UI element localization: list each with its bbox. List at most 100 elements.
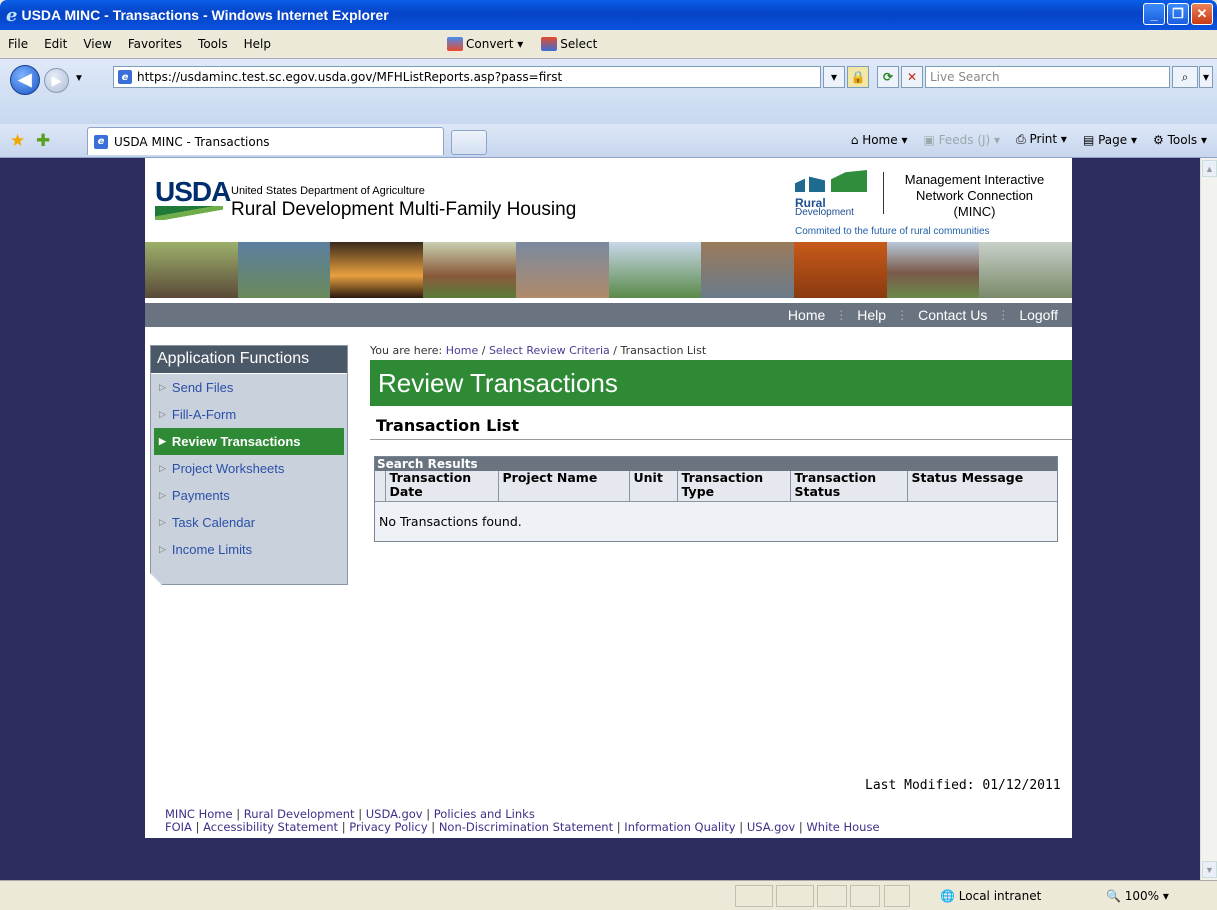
- usda-swoosh-icon: [155, 206, 223, 220]
- status-cell: [776, 885, 814, 907]
- search-options-button[interactable]: ▾: [1199, 66, 1213, 88]
- forward-button[interactable]: ▶: [44, 68, 69, 93]
- close-button[interactable]: ✕: [1191, 3, 1213, 25]
- footer-link-minc-home[interactable]: MINC Home: [165, 807, 233, 821]
- refresh-button[interactable]: ⟳: [877, 66, 899, 88]
- footer: MINC Home | Rural Development | USDA.gov…: [165, 808, 880, 834]
- menu-tools[interactable]: Tools: [198, 37, 228, 51]
- minimize-button[interactable]: _: [1143, 3, 1165, 25]
- empty-message: No Transactions found.: [375, 501, 1057, 541]
- footer-link-privacy[interactable]: Privacy Policy: [349, 820, 427, 834]
- minc-line2: Network Connection: [915, 188, 1034, 203]
- back-button[interactable]: ◀: [10, 65, 40, 95]
- nav-help[interactable]: Help: [857, 307, 886, 323]
- minc-line3: (MINC): [953, 204, 996, 219]
- scroll-down-button[interactable]: ▼: [1202, 861, 1217, 878]
- breadcrumb: You are here: Home / Select Review Crite…: [370, 344, 707, 357]
- tagline: Commited to the future of rural communit…: [795, 226, 990, 237]
- favorites-star-icon[interactable]: ★: [10, 131, 25, 151]
- banner-photo: [145, 242, 238, 298]
- print-button[interactable]: ⎙ Print ▾: [1016, 132, 1067, 147]
- menu-file[interactable]: File: [8, 37, 28, 51]
- site-header: USDA United States Department of Agricul…: [145, 158, 1072, 242]
- banner-photo: [330, 242, 424, 298]
- home-button[interactable]: ⌂ Home ▾: [851, 133, 908, 147]
- add-favorites-icon[interactable]: ✚: [36, 131, 50, 151]
- results-title: Search Results: [375, 457, 1057, 471]
- column-header: Transaction Status: [790, 471, 908, 502]
- nav-separator: ⋮: [997, 308, 1010, 322]
- triangle-right-icon: ▷: [159, 382, 166, 392]
- footer-link-foia[interactable]: FOIA: [165, 820, 192, 834]
- column-header: Project Name: [498, 471, 630, 502]
- banner-photo: [793, 242, 887, 298]
- menu-help[interactable]: Help: [244, 37, 271, 51]
- sidebar-item-project-worksheets[interactable]: ▷ Project Worksheets: [151, 455, 347, 482]
- nav-home[interactable]: Home: [788, 307, 825, 323]
- zoom-control[interactable]: 🔍 100% ▾: [1106, 889, 1169, 903]
- tools-button[interactable]: ⚙ Tools ▾: [1153, 133, 1207, 147]
- banner-photo: [701, 242, 794, 298]
- window-titlebar: e USDA MINC - Transactions - Windows Int…: [0, 0, 1217, 30]
- footer-link-rural-development[interactable]: Rural Development: [244, 807, 355, 821]
- tab-active[interactable]: e USDA MINC - Transactions: [87, 127, 444, 155]
- footer-link-white-house[interactable]: White House: [806, 820, 879, 834]
- sidebar-item-payments[interactable]: ▷ Payments: [151, 482, 347, 509]
- footer-line2: FOIA | Accessibility Statement | Privacy…: [165, 820, 880, 834]
- feeds-button[interactable]: ▣ Feeds (J) ▾: [923, 133, 1000, 147]
- photo-banner: [145, 242, 1073, 298]
- triangle-right-icon: ▷: [159, 409, 166, 419]
- sidebar-item-send-files[interactable]: ▷ Send Files: [151, 374, 347, 401]
- web-page: USDA United States Department of Agricul…: [145, 158, 1073, 838]
- header-divider: [883, 172, 884, 214]
- footer-link-usa-gov[interactable]: USA.gov: [747, 820, 795, 834]
- footer-link-information-quality[interactable]: Information Quality: [624, 820, 735, 834]
- footer-link-usda[interactable]: USDA.gov: [366, 807, 423, 821]
- section-title: Transaction List: [376, 416, 519, 435]
- page-icon: e: [118, 70, 132, 84]
- menu-view[interactable]: View: [83, 37, 111, 51]
- sidebar-item-income-limits[interactable]: ▷ Income Limits: [151, 536, 347, 563]
- new-tab-button[interactable]: [451, 130, 487, 155]
- maximize-button[interactable]: ❐: [1167, 3, 1189, 25]
- footer-link-accessibility[interactable]: Accessibility Statement: [203, 820, 338, 834]
- column-header: Unit: [629, 471, 678, 502]
- tab-label: USDA MINC - Transactions: [114, 134, 270, 149]
- security-zone[interactable]: 🌐 Local intranet: [940, 889, 1041, 903]
- breadcrumb-prefix: You are here:: [370, 344, 443, 357]
- status-bar: 🌐 Local intranet 🔍 100% ▾: [0, 880, 1217, 910]
- status-cell: [735, 885, 773, 907]
- sidebar-item-task-calendar[interactable]: ▷ Task Calendar: [151, 509, 347, 536]
- top-nav: Home ⋮ Help ⋮ Contact Us ⋮ Logoff: [145, 303, 1072, 327]
- vertical-scrollbar[interactable]: ▲ ▼: [1200, 158, 1217, 880]
- stop-button[interactable]: ✕: [901, 66, 923, 88]
- address-bar[interactable]: e https://usdaminc.test.sc.egov.usda.gov…: [113, 66, 821, 88]
- rural-development-logo: Rural Development: [795, 170, 885, 230]
- sidebar-item-review-transactions[interactable]: ▶ Review Transactions: [154, 428, 344, 455]
- nav-contact-us[interactable]: Contact Us: [918, 307, 987, 323]
- breadcrumb-home[interactable]: Home: [446, 344, 478, 357]
- page-button[interactable]: ▤ Page ▾: [1083, 133, 1137, 147]
- footer-link-non-discrimination[interactable]: Non-Discrimination Statement: [439, 820, 613, 834]
- agency-name: Rural Development Multi-Family Housing: [231, 199, 577, 220]
- search-results-table: Search Results Transaction Date Project …: [374, 456, 1058, 542]
- address-dropdown-button[interactable]: ▾: [823, 66, 845, 88]
- footer-link-policies[interactable]: Policies and Links: [434, 807, 535, 821]
- scroll-up-button[interactable]: ▲: [1202, 160, 1217, 177]
- table-row: No Transactions found.: [375, 501, 1057, 541]
- nav-separator: ⋮: [896, 308, 909, 322]
- menu-favorites[interactable]: Favorites: [128, 37, 182, 51]
- breadcrumb-criteria[interactable]: Select Review Criteria: [489, 344, 610, 357]
- ie-logo-icon: e: [6, 4, 18, 26]
- search-button[interactable]: ⌕: [1172, 66, 1198, 88]
- usda-logo[interactable]: USDA: [155, 176, 231, 208]
- nav-separator: ⋮: [835, 308, 848, 322]
- convert-button[interactable]: Convert ▾: [447, 37, 523, 52]
- select-button[interactable]: Select: [541, 37, 597, 52]
- menu-edit[interactable]: Edit: [44, 37, 67, 51]
- history-dropdown[interactable]: ▼: [74, 73, 84, 84]
- search-input[interactable]: Live Search: [925, 66, 1170, 88]
- nav-logoff[interactable]: Logoff: [1019, 307, 1058, 323]
- sidebar-item-fill-a-form[interactable]: ▷ Fill-A-Form: [151, 401, 347, 428]
- lock-icon[interactable]: 🔒: [847, 66, 869, 88]
